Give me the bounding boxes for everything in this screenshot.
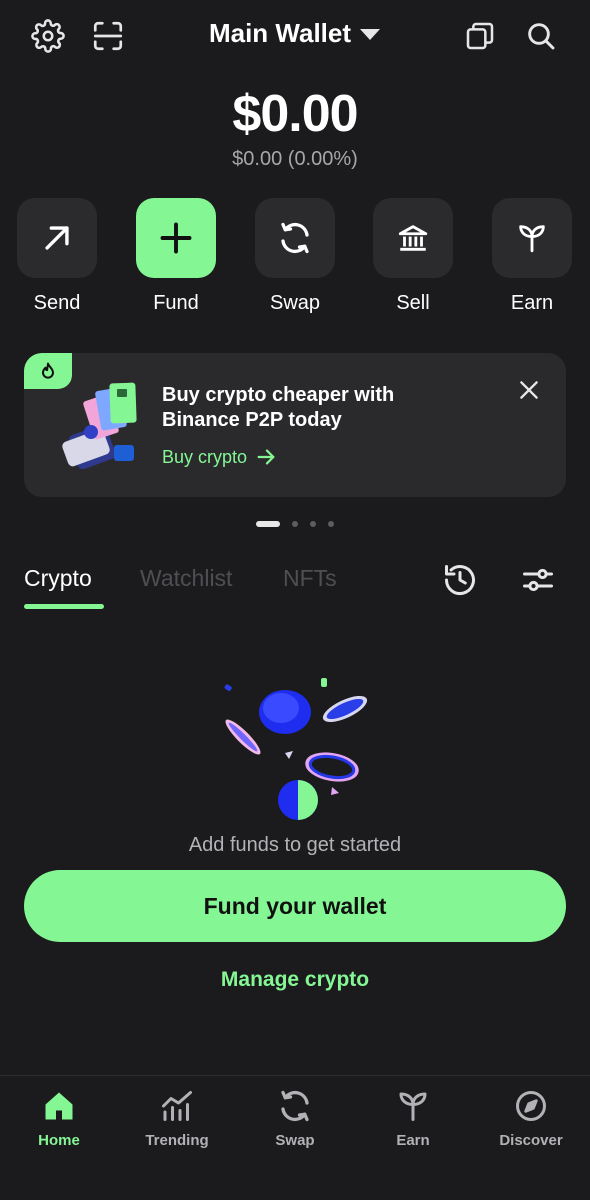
tab-crypto[interactable]: Crypto <box>24 565 92 592</box>
swap-icon <box>281 222 309 254</box>
earn-button-tile[interactable] <box>492 198 572 278</box>
compass-icon <box>516 1091 546 1121</box>
promo-banner[interactable]: Buy crypto cheaper with Binance P2P toda… <box>24 353 566 497</box>
empty-state-message: Add funds to get started <box>188 834 402 856</box>
arrow-right-icon <box>257 449 275 465</box>
send-label: Send <box>33 292 81 314</box>
earn-button[interactable]: Earn <box>492 198 572 315</box>
close-icon[interactable] <box>516 377 542 403</box>
carousel-dot[interactable] <box>292 521 298 527</box>
manage-crypto-link[interactable]: Manage crypto <box>0 968 590 992</box>
copy-icon[interactable] <box>460 16 500 56</box>
carousel-dot[interactable] <box>310 521 316 527</box>
swap-icon <box>281 1090 309 1122</box>
active-tab-indicator <box>24 604 104 609</box>
fund-button[interactable]: Fund <box>136 198 216 315</box>
send-button[interactable]: Send <box>17 198 97 315</box>
tab-watchlist[interactable]: Watchlist <box>140 565 232 592</box>
nav-swap-label: Swap <box>275 1132 315 1149</box>
swap-button[interactable]: Swap <box>255 198 335 315</box>
trending-icon <box>162 1091 192 1121</box>
fund-label: Fund <box>153 292 199 314</box>
balance-change: $0.00 (0.00%) <box>232 148 358 170</box>
plus-icon <box>160 222 192 254</box>
buy-crypto-link[interactable]: Buy crypto <box>162 446 277 468</box>
wallet-title: Main Wallet <box>208 18 352 48</box>
sell-button-tile[interactable] <box>373 198 453 278</box>
filter-sliders-icon[interactable] <box>520 562 556 598</box>
nav-swap[interactable]: Swap <box>236 1088 354 1149</box>
nav-home[interactable]: Home <box>0 1088 118 1149</box>
nav-discover-label: Discover <box>499 1132 563 1149</box>
promo-title: Buy crypto cheaper with Binance P2P toda… <box>162 384 395 431</box>
buy-crypto-label: Buy crypto <box>162 446 248 467</box>
nav-earn[interactable]: Earn <box>354 1088 472 1149</box>
fund-your-wallet-button[interactable]: Fund your wallet <box>24 870 566 942</box>
nav-trending-label: Trending <box>145 1132 209 1149</box>
earn-label: Earn <box>510 292 554 314</box>
sell-label: Sell <box>396 292 430 314</box>
history-icon[interactable] <box>442 562 478 598</box>
bank-icon <box>398 225 428 251</box>
arrow-up-right-icon <box>45 226 69 250</box>
fund-button-tile[interactable] <box>136 198 216 278</box>
sprout-icon <box>519 225 545 253</box>
bottom-nav: Home Trending Swap Earn Discover <box>0 1075 590 1200</box>
nav-home-label: Home <box>38 1132 80 1149</box>
nav-earn-label: Earn <box>396 1132 430 1149</box>
sprout-icon <box>399 1092 427 1121</box>
home-icon <box>45 1092 73 1120</box>
carousel-dot[interactable] <box>328 521 334 527</box>
wallet-selector[interactable]: Main Wallet <box>0 18 590 49</box>
tab-nfts[interactable]: NFTs <box>283 565 337 592</box>
balance-amount: $0.00 <box>232 85 358 143</box>
swap-label: Swap <box>269 292 321 314</box>
caret-down-icon <box>359 28 381 42</box>
search-icon[interactable] <box>521 16 561 56</box>
sell-button[interactable]: Sell <box>373 198 453 315</box>
swap-button-tile[interactable] <box>255 198 335 278</box>
top-bar: Main Wallet <box>0 0 590 72</box>
send-button-tile[interactable] <box>17 198 97 278</box>
carousel-dots <box>0 521 590 527</box>
coins-illustration <box>215 675 375 825</box>
p2p-card-illustration <box>54 373 154 473</box>
nav-trending[interactable]: Trending <box>118 1088 236 1149</box>
carousel-dot[interactable] <box>256 521 280 527</box>
nav-discover[interactable]: Discover <box>472 1088 590 1149</box>
